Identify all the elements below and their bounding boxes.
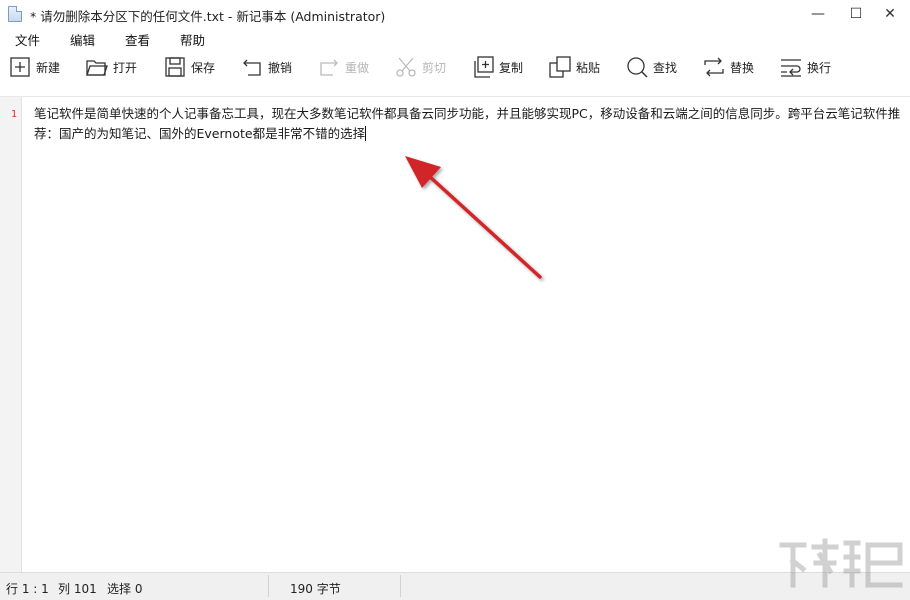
- close-button[interactable]: ✕: [872, 0, 908, 28]
- redo-label: 重做: [345, 60, 370, 75]
- replace-icon: [704, 57, 724, 77]
- undo-button[interactable]: 撤销: [240, 52, 292, 82]
- find-button[interactable]: 查找: [625, 52, 677, 82]
- toolbar-divider: [0, 96, 910, 97]
- menu-view[interactable]: 查看: [125, 30, 150, 49]
- menu-file[interactable]: 文件: [15, 30, 40, 49]
- status-column: 列 101: [58, 582, 97, 596]
- status-selection: 选择 0: [107, 582, 143, 596]
- wrap-icon: [781, 59, 801, 77]
- status-divider: [400, 575, 401, 597]
- maximize-button[interactable]: ☐: [838, 0, 874, 28]
- redo-icon: [320, 59, 338, 76]
- new-icon: [10, 57, 30, 77]
- open-folder-icon: [86, 60, 108, 76]
- replace-label: 替换: [730, 60, 755, 75]
- new-button[interactable]: 新建: [8, 52, 60, 82]
- title-bar: * 请勿删除本分区下的任何文件.txt - 新记事本 (Administrato…: [0, 0, 910, 28]
- line-number: 1: [11, 109, 18, 120]
- open-label: 打开: [113, 60, 138, 75]
- minimize-button[interactable]: —: [800, 0, 836, 28]
- save-icon: [165, 57, 185, 77]
- save-button[interactable]: 保存: [163, 52, 215, 82]
- copy-icon: [474, 56, 494, 78]
- text-caret: [365, 126, 367, 141]
- open-button[interactable]: 打开: [85, 52, 137, 82]
- text-editor[interactable]: 笔记软件是简单快速的个人记事备忘工具，现在大多数笔记软件都具备云同步功能，并且能…: [34, 104, 902, 144]
- cut-label: 剪切: [422, 60, 447, 75]
- watermark-logo: [779, 538, 903, 588]
- save-label: 保存: [191, 60, 216, 75]
- search-icon: [627, 57, 648, 78]
- paste-label: 粘贴: [576, 60, 601, 75]
- notepad-app-icon: [8, 6, 22, 22]
- paste-button[interactable]: 粘贴: [548, 52, 600, 82]
- window-title: * 请勿删除本分区下的任何文件.txt - 新记事本 (Administrato…: [30, 9, 386, 24]
- cut-button[interactable]: 剪切: [394, 52, 446, 82]
- menu-help[interactable]: 帮助: [180, 30, 205, 49]
- status-bar: 行 1 : 1 列 101 选择 0 190 字节: [0, 572, 910, 600]
- status-bytes: 190 字节: [290, 582, 341, 596]
- new-label: 新建: [36, 60, 61, 75]
- line-number-gutter: 1: [0, 97, 22, 572]
- copy-label: 复制: [499, 60, 524, 75]
- undo-icon: [243, 59, 261, 76]
- editor-content: 笔记软件是简单快速的个人记事备忘工具，现在大多数笔记软件都具备云同步功能，并且能…: [34, 106, 901, 141]
- toolbar: 新建 打开 保存 撤销 重做 剪切 复制 粘贴 查找 替换 换行: [0, 50, 910, 84]
- status-position: 行 1 : 1: [6, 582, 49, 596]
- paste-icon: [549, 56, 571, 78]
- menu-bar: 文件 编辑 查看 帮助: [0, 28, 910, 48]
- status-divider: [268, 575, 269, 597]
- cut-icon: [396, 57, 416, 77]
- copy-button[interactable]: 复制: [471, 52, 523, 82]
- wrap-button[interactable]: 换行: [779, 52, 831, 82]
- undo-label: 撤销: [268, 60, 293, 75]
- find-label: 查找: [653, 60, 678, 75]
- wrap-label: 换行: [807, 60, 832, 75]
- redo-button[interactable]: 重做: [317, 52, 369, 82]
- annotation-arrow: [405, 156, 542, 279]
- menu-edit[interactable]: 编辑: [70, 30, 95, 49]
- replace-button[interactable]: 替换: [702, 52, 754, 82]
